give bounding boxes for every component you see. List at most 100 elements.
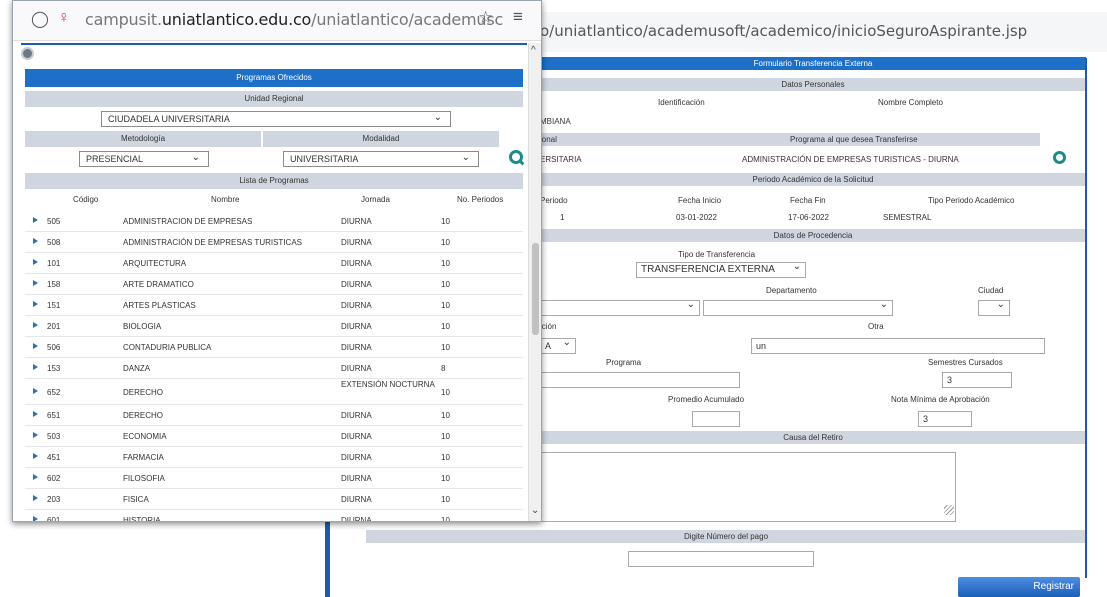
label-periodo: Periodo xyxy=(540,196,568,205)
expand-arrow-icon[interactable] xyxy=(33,301,38,307)
expand-arrow-icon[interactable] xyxy=(33,259,38,265)
expand-arrow-icon[interactable] xyxy=(33,495,38,501)
row-nombre: ARQUITECTURA xyxy=(123,259,187,268)
row-nombre: HISTORIA xyxy=(123,516,161,521)
select-modalidad[interactable]: UNIVERSITARIA ⌄ xyxy=(283,151,479,167)
table-row[interactable]: 601 HISTORIA DIURNA 10 xyxy=(25,510,523,521)
popup-scrollbar[interactable]: ^ ⌄ xyxy=(528,43,541,521)
row-nombre: DANZA xyxy=(123,364,151,373)
header-metodologia: Metodología xyxy=(25,131,261,147)
popup-url-bar[interactable]: ◯ ♀ campusit.uniatlantico.edu.co/uniatla… xyxy=(13,1,541,41)
expand-arrow-icon[interactable] xyxy=(33,217,38,223)
select-unidad-regional[interactable]: CIUDADELA UNIVERSITARIA ⌄ xyxy=(101,111,451,127)
textarea-causa-retiro[interactable] xyxy=(540,452,956,522)
table-row[interactable]: 505 ADMINISTRACION DE EMPRESAS DIURNA 10 xyxy=(25,211,523,232)
textarea-resize-handle[interactable] xyxy=(944,505,954,515)
close-icon[interactable] xyxy=(21,47,34,60)
input-numero-pago[interactable] xyxy=(628,551,814,567)
row-nombre: DERECHO xyxy=(123,388,164,397)
row-jornada: DIURNA xyxy=(341,364,372,373)
table-row[interactable]: 651 DERECHO DIURNA 10 xyxy=(25,405,523,426)
select-tipo-transferencia[interactable]: TRANSFERENCIA EXTERNA xyxy=(636,260,806,278)
input-programa[interactable] xyxy=(540,372,740,388)
row-jornada: DIURNA xyxy=(341,495,372,504)
expand-arrow-icon[interactable] xyxy=(33,453,38,459)
expand-arrow-icon[interactable] xyxy=(33,343,38,349)
table-row[interactable]: 101 ARQUITECTURA DIURNA 10 xyxy=(25,253,523,274)
expand-arrow-icon[interactable] xyxy=(33,474,38,480)
expand-arrow-icon[interactable] xyxy=(33,238,38,244)
table-row[interactable]: 652 DERECHO EXTENSIÓN NOCTURNA 10 xyxy=(25,379,523,405)
table-row[interactable]: 506 CONTADURIA PUBLICA DIURNA 10 xyxy=(25,337,523,358)
label-nota-minima: Nota Mínima de Aprobación xyxy=(891,395,990,404)
row-periodos: 10 xyxy=(441,495,450,504)
search-refresh-icon[interactable] xyxy=(509,150,523,164)
scroll-down-icon[interactable]: ⌄ xyxy=(531,505,539,516)
row-periodos: 10 xyxy=(441,322,450,331)
row-nombre: FARMACIA xyxy=(123,453,164,462)
expand-arrow-icon[interactable] xyxy=(33,411,38,417)
expand-arrow-icon[interactable] xyxy=(33,388,38,394)
table-row[interactable]: 158 ARTE DRAMATICO DIURNA 10 xyxy=(25,274,523,295)
table-row[interactable]: 503 ECONOMIA DIURNA 10 xyxy=(25,426,523,447)
row-jornada: EXTENSIÓN NOCTURNA xyxy=(341,380,435,389)
row-nombre: CONTADURIA PUBLICA xyxy=(123,343,212,352)
input-promedio[interactable] xyxy=(692,411,740,427)
section-datos-personales: Datos Personales xyxy=(540,78,1086,91)
refresh-icon[interactable] xyxy=(1053,151,1066,164)
value-periodo: 1 xyxy=(560,213,565,222)
scroll-up-icon[interactable]: ^ xyxy=(531,45,536,56)
input-semestres[interactable]: 3 xyxy=(942,372,1012,388)
row-jornada: DIURNA xyxy=(341,259,372,268)
chevron-down-icon: ⌄ xyxy=(191,152,200,163)
menu-icon[interactable]: ≡ xyxy=(513,7,523,27)
select-ciudad[interactable] xyxy=(978,298,1010,316)
row-jornada: DIURNA xyxy=(341,217,372,226)
expand-arrow-icon[interactable] xyxy=(33,432,38,438)
select-institucion[interactable]: A xyxy=(540,336,576,354)
table-row[interactable]: 203 FISICA DIURNA 10 xyxy=(25,489,523,510)
select-departamento[interactable] xyxy=(703,298,893,316)
select-metodologia[interactable]: PRESENCIAL ⌄ xyxy=(79,151,209,167)
label-otra: Otra xyxy=(868,322,884,331)
select-pais[interactable] xyxy=(540,298,700,316)
row-periodos: 10 xyxy=(441,217,450,226)
select-metodologia-value: PRESENCIAL xyxy=(86,154,144,164)
label-tipo-transferencia: Tipo de Transferencia xyxy=(678,250,756,259)
value-fecha-inicio: 03-01-2022 xyxy=(676,213,717,222)
url-suffix: /uniatlantico/academusc xyxy=(311,10,504,29)
row-codigo: 505 xyxy=(47,217,61,226)
row-codigo: 151 xyxy=(47,301,61,310)
input-otra[interactable]: un xyxy=(751,338,1045,354)
table-row[interactable]: 602 FILOSOFIA DIURNA 10 xyxy=(25,468,523,489)
table-row[interactable]: 451 FARMACIA DIURNA 10 xyxy=(25,447,523,468)
label-programa-transferir: Programa al que desea Transferirse xyxy=(790,135,918,144)
popup-url-text[interactable]: campusit.uniatlantico.edu.co/uniatlantic… xyxy=(85,10,503,29)
expand-arrow-icon[interactable] xyxy=(33,280,38,286)
input-nota-minima[interactable]: 3 xyxy=(918,411,972,427)
expand-arrow-icon[interactable] xyxy=(33,516,38,521)
row-codigo: 201 xyxy=(47,322,61,331)
row-codigo: 101 xyxy=(47,259,61,268)
label-nombre-completo: Nombre Completo xyxy=(878,98,943,107)
expand-arrow-icon[interactable] xyxy=(33,364,38,370)
scroll-thumb[interactable] xyxy=(532,243,539,335)
expand-arrow-icon[interactable] xyxy=(33,322,38,328)
label-programa: Programa xyxy=(606,358,642,367)
label-fecha-inicio: Fecha Inicio xyxy=(678,196,722,205)
row-periodos: 10 xyxy=(441,388,450,397)
shield-icon[interactable]: ◯ xyxy=(31,9,49,29)
table-row[interactable]: 153 DANZA DIURNA 8 xyxy=(25,358,523,379)
bookmark-star-icon[interactable]: ☆ xyxy=(478,8,493,28)
select-modalidad-value: UNIVERSITARIA xyxy=(290,154,359,164)
row-periodos: 10 xyxy=(441,343,450,352)
register-button[interactable]: Registrar xyxy=(958,577,1080,597)
url-domain: uniatlantico.edu.co xyxy=(161,10,312,29)
header-modalidad: Modalidad xyxy=(263,131,499,147)
table-row[interactable]: 508 ADMINISTRACIÓN DE EMPRESAS TURISTICAS… xyxy=(25,232,523,253)
row-codigo: 158 xyxy=(47,280,61,289)
table-row[interactable]: 151 ARTES PLASTICAS DIURNA 10 xyxy=(25,295,523,316)
table-row[interactable]: 201 BIOLOGIA DIURNA 10 xyxy=(25,316,523,337)
insecure-lock-icon[interactable]: ♀ xyxy=(58,9,70,27)
section-periodo: Periodo Académico de la Solicitud xyxy=(540,173,1086,186)
